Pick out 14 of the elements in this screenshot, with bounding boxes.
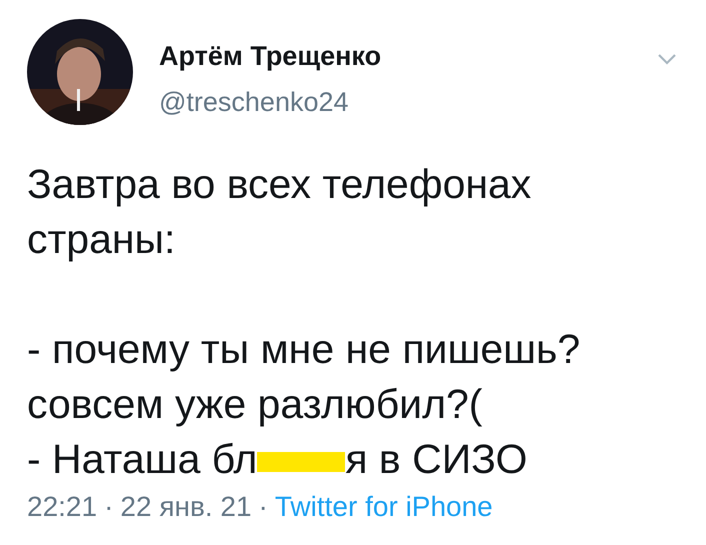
- tweet-time: 22:21: [27, 491, 98, 523]
- tweet-text-line: я в СИЗО: [345, 435, 528, 484]
- tweet-text-line: совсем уже разлюбил?(: [27, 380, 482, 429]
- tweet-text-line: - почему ты мне не пишешь?: [27, 325, 580, 374]
- chevron-down-icon[interactable]: [657, 53, 677, 65]
- source-link[interactable]: Twitter for iPhone: [274, 491, 493, 523]
- tweet-text-line: страны:: [27, 215, 176, 264]
- separator-dot: ·: [258, 491, 268, 523]
- tweet-date: 22 янв. 21: [120, 491, 252, 523]
- tweet-text-line: Завтра во всех телефонах: [27, 160, 532, 209]
- author-handle[interactable]: @treschenko24: [159, 87, 382, 117]
- author-name[interactable]: Артём Трещенко: [159, 41, 382, 71]
- tweet-text-line: - Наташа бл: [27, 435, 258, 484]
- separator-dot: ·: [104, 491, 114, 523]
